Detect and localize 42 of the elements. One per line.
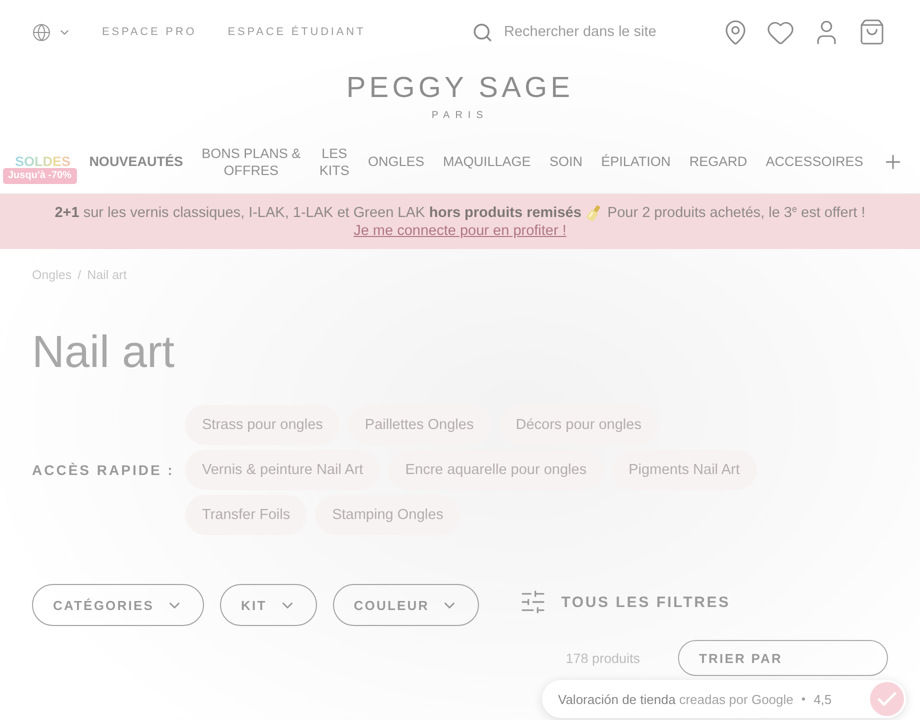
filter-dropdown[interactable]: COULEUR [332, 584, 480, 626]
rating-separator: • [801, 692, 806, 706]
nav-link[interactable]: ONGLES [368, 153, 424, 170]
page-title: Nail art [32, 326, 175, 378]
category-chip[interactable]: Strass pour ongles [185, 405, 340, 445]
category-chip[interactable]: Pigments Nail Art [612, 450, 757, 490]
nail-polish-icon [586, 204, 602, 222]
nav-link[interactable]: LES KITS [319, 144, 350, 178]
rating-badge[interactable]: Valoración de tienda creadas por Google • 4,5 [542, 680, 906, 718]
sort-dropdown[interactable]: TRIER PAR [678, 640, 888, 676]
shopping-bag-icon[interactable] [858, 18, 886, 46]
promo-text: 2+1 sur les vernis classiques, I-LAK, 1-LAK et Green LAK hors produits remisés [54, 204, 582, 222]
category-chip[interactable]: Transfer Foils [185, 495, 308, 535]
filter-dropdown[interactable]: CATÉGORIES [32, 584, 204, 626]
language-button[interactable] [32, 22, 71, 42]
nav-link[interactable]: ÉPILATION [601, 153, 671, 170]
sale-badge: Jusqu'à -70% [3, 168, 77, 184]
sliders-icon [519, 588, 548, 616]
search-field[interactable]: Rechercher dans le site [504, 22, 684, 42]
logo-subtitle: PARIS [432, 109, 488, 123]
globe-icon [32, 22, 51, 42]
promo-link[interactable]: Je me connecte pour en profiter ! [354, 222, 566, 240]
nav-link[interactable]: NOUVEAUTÉS [89, 153, 183, 170]
promo-text: Pour 2 produits achetés, le 3$^{e}$ est offert ! [607, 204, 866, 222]
rating-value: 4,5 [814, 692, 832, 706]
nav-link[interactable]: REGARD [689, 153, 748, 170]
nav-link[interactable]: SOIN [549, 153, 582, 170]
top-link[interactable]: ESPACE PRO [102, 26, 197, 38]
checkmark-icon[interactable] [870, 682, 904, 716]
filter-dropdown[interactable]: KIT [220, 584, 317, 626]
rating-label: Valoración de tienda creadas por Google [558, 692, 794, 706]
quick-access-label: ACCÈS RAPIDE : [32, 462, 176, 478]
product-count: 178 produits [566, 650, 640, 666]
search-icon[interactable] [472, 22, 493, 42]
breadcrumb-separator: / [78, 267, 82, 283]
all-filters-button[interactable]: TOUS LES FILTRES [519, 588, 730, 616]
nav-link[interactable]: MAQUILLAGE [442, 153, 531, 170]
nav-link[interactable]: BONS PLANS & OFFRES [202, 144, 301, 178]
logo-text[interactable]: PEGGY SAGE [346, 72, 574, 104]
nav-link[interactable]: ACCESSOIRES [766, 153, 864, 170]
top-link[interactable]: ESPACE ÉTUDIANT [228, 26, 366, 38]
breadcrumb-link[interactable]: Ongles [32, 267, 72, 283]
